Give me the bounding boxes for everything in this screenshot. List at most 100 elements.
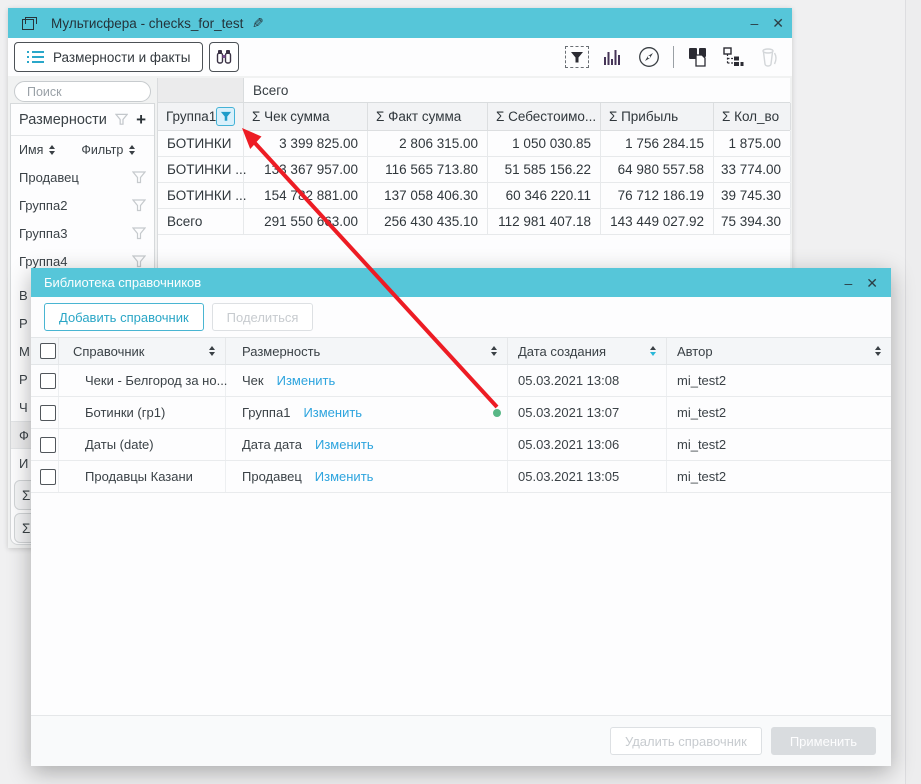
- reference-row: Чеки - Белгород за но... Чек Изменить 05…: [31, 365, 891, 397]
- pivot-col-header[interactable]: Σ Чек сумма: [244, 103, 368, 130]
- dialog-title: Библиотека справочников: [44, 275, 201, 290]
- reference-name[interactable]: Продавцы Казани: [59, 461, 226, 492]
- compass-icon[interactable]: [637, 45, 661, 69]
- sort-reference-icon[interactable]: [209, 346, 215, 356]
- row-checkbox[interactable]: [40, 405, 56, 421]
- pivot-row-total: Всего 291 550 663.00 256 430 435.10 112 …: [158, 209, 790, 235]
- reference-dimension: Продавец: [242, 469, 302, 484]
- pivot-cell[interactable]: 116 565 713.80: [368, 157, 488, 182]
- dimensions-facts-button[interactable]: Размерности и факты: [14, 42, 203, 72]
- sidebar-item-dimension[interactable]: Группа2: [11, 191, 154, 219]
- pivot-cell[interactable]: 256 430 435.10: [368, 209, 488, 234]
- row-filter-funnel-icon[interactable]: [132, 171, 146, 184]
- row-filter-funnel-icon[interactable]: [132, 227, 146, 240]
- histogram-icon[interactable]: [601, 45, 625, 69]
- search-input[interactable]: [14, 81, 151, 102]
- dialog-close-button[interactable]: ✕: [866, 276, 878, 290]
- row-filter-funnel-icon[interactable]: [132, 255, 146, 268]
- reference-created: 05.03.2021 13:05: [508, 461, 667, 492]
- filter-funnel-icon[interactable]: [115, 113, 128, 126]
- reference-dimension: Дата дата: [242, 437, 302, 452]
- reference-dimension: Чек: [242, 373, 264, 388]
- edit-link[interactable]: Изменить: [315, 469, 374, 484]
- row-filter-funnel-icon[interactable]: [132, 199, 146, 212]
- edit-link[interactable]: Изменить: [315, 437, 374, 452]
- add-dimension-icon[interactable]: +: [136, 110, 146, 130]
- sort-name-icon[interactable]: [49, 145, 55, 155]
- reference-row: Даты (date) Дата дата Изменить 05.03.202…: [31, 429, 891, 461]
- pivot-cell[interactable]: 3 399 825.00: [244, 131, 368, 156]
- pivot-col-header[interactable]: Σ Прибыль: [601, 103, 714, 130]
- pivot-cell[interactable]: 51 585 156.22: [488, 157, 601, 182]
- add-reference-button[interactable]: Добавить справочник: [44, 303, 204, 331]
- pivot-cell[interactable]: 143 449 027.92: [601, 209, 714, 234]
- pivot-row-name[interactable]: БОТИНКИ ...: [158, 157, 244, 182]
- dialog-table-header: Справочник Размерность Дата создания Авт…: [31, 337, 891, 365]
- pivot-cell[interactable]: 133 367 957.00: [244, 157, 368, 182]
- col-header-created[interactable]: Дата создания: [508, 338, 667, 364]
- sort-dimension-icon[interactable]: [491, 346, 497, 356]
- sort-filter-icon[interactable]: [129, 145, 135, 155]
- reference-created: 05.03.2021 13:06: [508, 429, 667, 460]
- pivot-cell[interactable]: 76 712 186.19: [601, 183, 714, 208]
- reference-name[interactable]: Даты (date): [59, 429, 226, 460]
- trash-icon: [758, 45, 782, 69]
- pivot-row: БОТИНКИ ... 133 367 957.00 116 565 713.8…: [158, 157, 790, 183]
- hierarchy-icon[interactable]: [722, 45, 746, 69]
- col-header-author[interactable]: Автор: [667, 338, 891, 364]
- dialog-titlebar: Библиотека справочников – ✕: [31, 268, 891, 297]
- close-button[interactable]: ✕: [772, 16, 784, 30]
- row-checkbox[interactable]: [40, 373, 56, 389]
- pivot-cell[interactable]: 2 806 315.00: [368, 131, 488, 156]
- pivot-row-name[interactable]: Всего: [158, 209, 244, 234]
- sidebar-item-dimension[interactable]: Группа3: [11, 219, 154, 247]
- rename-pencil-icon[interactable]: ✎: [252, 15, 264, 32]
- share-button: Поделиться: [212, 303, 314, 331]
- pivot-cell[interactable]: 60 346 220.11: [488, 183, 601, 208]
- group1-filter-button[interactable]: [216, 107, 235, 126]
- sort-author-icon[interactable]: [875, 346, 881, 356]
- pivot-total-row: Всего: [158, 78, 790, 103]
- main-toolbar: Размерности и факты: [8, 38, 792, 76]
- minimize-button[interactable]: –: [750, 16, 758, 30]
- pivot-cell[interactable]: 75 394.30: [714, 209, 791, 234]
- copy-documents-icon[interactable]: [686, 45, 710, 69]
- row-checkbox[interactable]: [40, 469, 56, 485]
- col-header-reference[interactable]: Справочник: [59, 338, 226, 364]
- sort-created-icon[interactable]: [650, 346, 656, 356]
- pivot-col-header[interactable]: Σ Себестоимо...: [488, 103, 601, 130]
- pivot-cell[interactable]: 39 745.30: [714, 183, 791, 208]
- col-header-dimension[interactable]: Размерность: [226, 338, 508, 364]
- reference-name[interactable]: Чеки - Белгород за но...: [59, 365, 226, 396]
- dimensions-section-header: Размерности +: [11, 104, 154, 135]
- filter-selection-icon[interactable]: [565, 46, 589, 68]
- pivot-col-header-group1[interactable]: Группа1: [158, 103, 244, 130]
- pivot-cell[interactable]: 291 550 663.00: [244, 209, 368, 234]
- pivot-cell[interactable]: 1 756 284.15: [601, 131, 714, 156]
- reference-name[interactable]: Ботинки (гр1): [59, 397, 226, 428]
- edit-link[interactable]: Изменить: [303, 405, 362, 420]
- pivot-cell[interactable]: 112 981 407.18: [488, 209, 601, 234]
- sidebar-item-dimension[interactable]: Продавец: [11, 163, 154, 191]
- pivot-cell[interactable]: 1 050 030.85: [488, 131, 601, 156]
- pivot-cell[interactable]: 33 774.00: [714, 157, 791, 182]
- binoculars-button[interactable]: [209, 42, 239, 72]
- pivot-cell[interactable]: 137 058 406.30: [368, 183, 488, 208]
- active-reference-dot: [493, 409, 501, 417]
- edit-link[interactable]: Изменить: [277, 373, 336, 388]
- row-checkbox[interactable]: [40, 437, 56, 453]
- pivot-cell[interactable]: 154 782 881.00: [244, 183, 368, 208]
- pivot-row-name[interactable]: БОТИНКИ ...: [158, 183, 244, 208]
- pivot-col-header[interactable]: Σ Факт сумма: [368, 103, 488, 130]
- scrollbar-track[interactable]: [905, 0, 921, 784]
- select-all-cell[interactable]: [31, 338, 59, 364]
- pivot-col-header[interactable]: Σ Кол_во: [714, 103, 791, 130]
- pivot-row: БОТИНКИ 3 399 825.00 2 806 315.00 1 050 …: [158, 131, 790, 157]
- reference-library-dialog: Библиотека справочников – ✕ Добавить спр…: [31, 268, 891, 766]
- pivot-cell[interactable]: 64 980 557.58: [601, 157, 714, 182]
- select-all-checkbox[interactable]: [40, 343, 56, 359]
- reference-dimension: Группа1: [242, 405, 290, 420]
- pivot-cell[interactable]: 1 875.00: [714, 131, 791, 156]
- dialog-minimize-button[interactable]: –: [844, 276, 852, 290]
- pivot-row-name[interactable]: БОТИНКИ: [158, 131, 244, 156]
